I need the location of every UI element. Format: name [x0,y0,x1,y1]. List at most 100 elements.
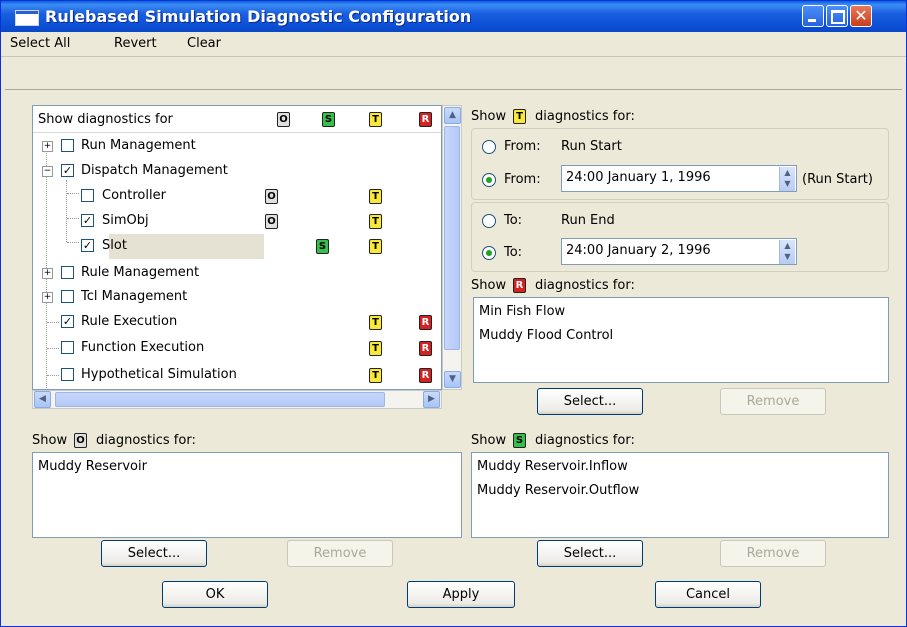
expand-icon[interactable]: + [42,292,53,303]
ok-button[interactable]: OK [162,581,268,608]
checkbox[interactable] [81,189,94,202]
diag-t-icon[interactable]: T [369,214,382,229]
scroll-right-icon[interactable]: ▶ [423,391,440,408]
tree-row-controller[interactable]: Controller O T [33,184,441,208]
scroll-thumb[interactable] [444,126,460,350]
scroll-up-icon[interactable]: ▲ [444,107,461,124]
tree-row-run-management[interactable]: + Run Management [33,134,441,158]
close-icon: ✕ [854,6,868,25]
to-label: To: [504,245,523,260]
r-diag-icon: R [513,278,526,293]
diag-t-icon[interactable]: T [369,239,382,254]
collapse-icon[interactable]: − [42,166,53,177]
list-item[interactable]: Muddy Reservoir.Outflow [477,483,639,498]
diag-s-icon[interactable]: S [316,239,329,254]
tree-horizontal-scrollbar[interactable]: ◀ ▶ [32,390,442,409]
r-remove-button[interactable]: Remove [720,388,826,415]
tree-header-label: Show diagnostics for [38,112,173,127]
column-s-icon[interactable]: S [322,112,335,127]
minimize-button[interactable] [802,5,824,27]
from-date-spinbox[interactable]: 24:00 January 1, 1996 ▲ ▼ [561,165,797,192]
tree-row-label: Hypothetical Simulation [81,367,237,382]
tree-row-label: Rule Management [81,265,200,280]
list-item[interactable]: Muddy Reservoir [38,459,147,474]
tree-row-tcl-management[interactable]: + Tcl Management [33,285,441,309]
list-item[interactable]: Min Fish Flow [479,304,565,319]
column-t-icon[interactable]: T [369,112,382,127]
checkbox[interactable] [61,139,74,152]
close-button[interactable]: ✕ [850,5,872,27]
tree-vertical-scrollbar[interactable]: ▲ ▼ [442,105,462,390]
tree-row-rule-management[interactable]: + Rule Management [33,261,441,285]
o-list[interactable]: Muddy Reservoir [32,452,462,538]
apply-button[interactable]: Apply [407,581,515,608]
from-date-value: 24:00 January 1, 1996 [566,170,711,185]
checkbox-checked[interactable]: ✓ [81,214,94,227]
list-item[interactable]: Muddy Reservoir.Inflow [477,459,628,474]
diag-r-icon[interactable]: R [419,368,432,383]
diag-r-icon[interactable]: R [419,315,432,330]
tree-row-function-execution[interactable]: Function Execution T R [33,336,441,360]
title-bar[interactable]: Rulebased Simulation Diagnostic Configur… [1,1,906,32]
checkbox[interactable] [61,368,74,381]
o-show-label: Show [32,433,68,448]
tree-row-dispatch-management[interactable]: − ✓ Dispatch Management [33,159,441,183]
checkbox-checked[interactable]: ✓ [81,239,94,252]
diag-t-icon[interactable]: T [369,368,382,383]
from-label: From: [504,172,541,187]
menu-revert[interactable]: Revert [114,36,157,51]
tree-row-label: SimObj [102,213,149,228]
expand-icon[interactable]: + [42,141,53,152]
scroll-down-icon[interactable]: ▼ [444,371,461,388]
tree-row-hypothetical-simulation[interactable]: Hypothetical Simulation T R [33,363,441,387]
diag-t-icon[interactable]: T [369,341,382,356]
list-item[interactable]: Muddy Flood Control [479,328,613,343]
r-select-button[interactable]: Select... [537,388,643,415]
tree-row-label: Run Management [81,138,196,153]
s-list[interactable]: Muddy Reservoir.Inflow Muddy Reservoir.O… [471,452,889,538]
s-remove-button[interactable]: Remove [720,540,826,567]
diag-o-icon[interactable]: O [265,189,278,204]
cancel-button[interactable]: Cancel [655,581,761,608]
tree-row-slot[interactable]: ✓ Slot S T [33,234,441,258]
column-r-icon[interactable]: R [419,112,432,127]
from-group: From: Run Start From: 24:00 January 1, 1… [471,128,889,200]
menu-clear[interactable]: Clear [187,36,221,51]
diag-r-icon[interactable]: R [419,341,432,356]
tree-row-simobj[interactable]: ✓ SimObj O T [33,209,441,233]
scroll-left-icon[interactable]: ◀ [34,391,51,408]
diag-t-icon[interactable]: T [369,315,382,330]
diag-t-icon[interactable]: T [369,189,382,204]
to-label: To: [504,213,523,228]
to-date-radio[interactable] [482,246,496,260]
maximize-button[interactable] [826,5,848,27]
from-run-start-label: Run Start [561,139,622,154]
diag-o-icon[interactable]: O [265,214,278,229]
tree-row-label: Slot [102,238,127,253]
menu-select-all[interactable]: Select All [10,36,70,51]
from-run-start-radio[interactable] [482,140,496,154]
t-suffix-label: diagnostics for: [535,109,635,124]
column-o-icon[interactable]: O [277,112,290,127]
checkbox[interactable] [61,341,74,354]
diagnostic-tree[interactable]: Show diagnostics for O S T R + Run Manag… [32,105,442,390]
checkbox[interactable] [61,290,74,303]
checkbox[interactable] [61,266,74,279]
from-date-radio[interactable] [482,173,496,187]
spin-arrows-icon[interactable]: ▲ ▼ [779,240,795,264]
tree-row-rule-execution[interactable]: ✓ Rule Execution T R [33,310,441,334]
expand-icon[interactable]: + [42,268,53,279]
checkbox-checked[interactable]: ✓ [61,315,74,328]
tree-row-label: Dispatch Management [81,163,228,178]
spin-arrows-icon[interactable]: ▲ ▼ [779,167,795,191]
dialog-window: Rulebased Simulation Diagnostic Configur… [0,0,907,627]
o-remove-button[interactable]: Remove [287,540,393,567]
to-run-end-radio[interactable] [482,214,496,228]
to-date-spinbox[interactable]: 24:00 January 2, 1996 ▲ ▼ [561,238,797,265]
scroll-thumb[interactable] [55,392,385,407]
r-list[interactable]: Min Fish Flow Muddy Flood Control [473,297,889,383]
tree-row-label: Controller [102,188,166,203]
checkbox-checked[interactable]: ✓ [61,164,74,177]
o-select-button[interactable]: Select... [101,540,207,567]
s-select-button[interactable]: Select... [537,540,643,567]
